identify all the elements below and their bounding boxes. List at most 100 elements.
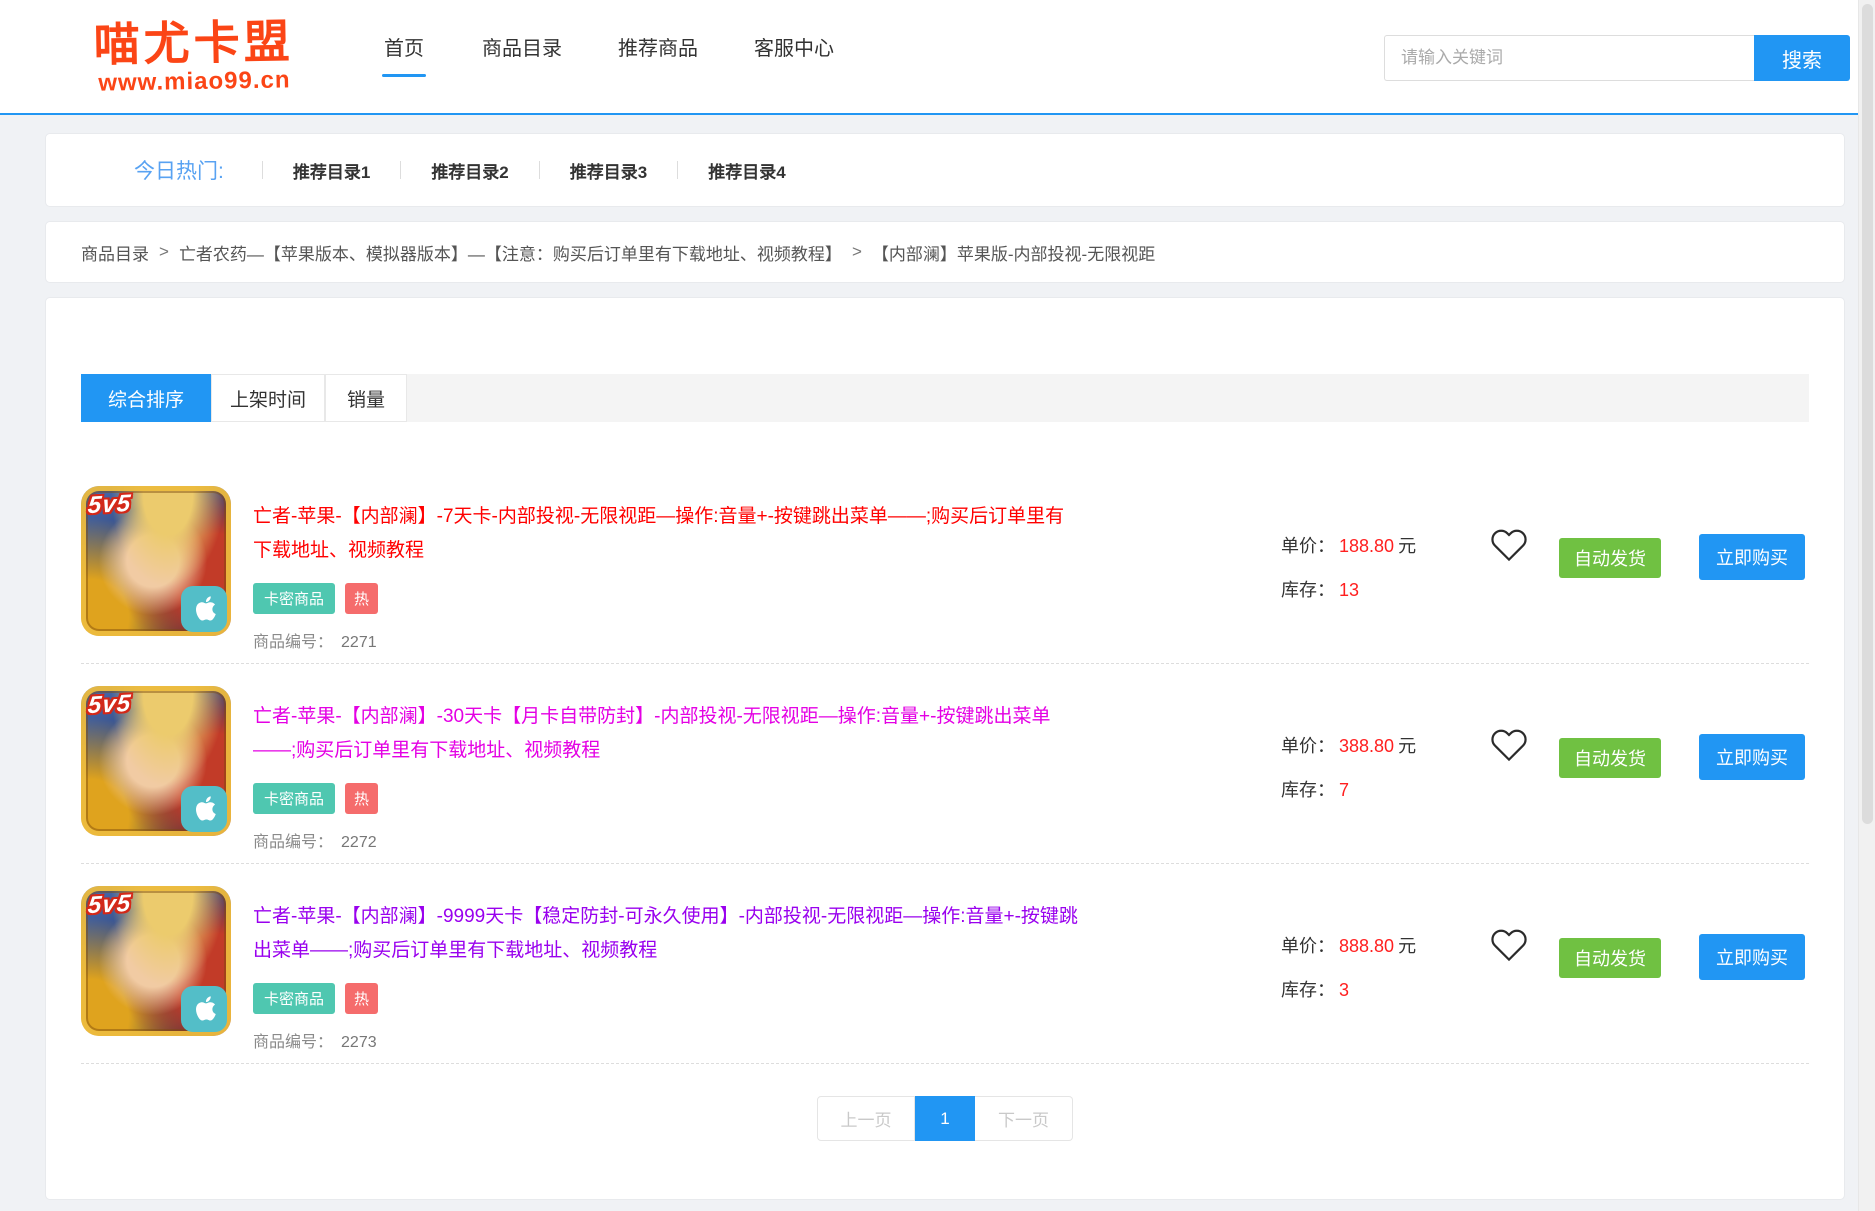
nav-item-home[interactable]: 首页	[382, 36, 426, 77]
nav-item-recommend[interactable]: 推荐商品	[618, 36, 698, 77]
nav-label: 商品目录	[482, 36, 562, 62]
product-sku: 商品编号： 2271	[253, 628, 1083, 652]
5v5-badge: 5v5	[87, 690, 133, 720]
search-input[interactable]	[1384, 35, 1754, 81]
apple-icon	[181, 986, 227, 1032]
sort-tabs: 综合排序 上架时间 销量	[81, 374, 1809, 422]
nav-label: 推荐商品	[618, 36, 698, 62]
hot-bar: 今日热门: 推荐目录1 推荐目录2 推荐目录3 推荐目录4	[45, 133, 1845, 207]
pagination-prev-button[interactable]: 上一页	[817, 1096, 915, 1141]
unit-price: 单价：388.80元	[1281, 732, 1416, 758]
tag-card-product: 卡密商品	[253, 983, 335, 1014]
sku-value: 2272	[341, 834, 377, 851]
hot-item-4[interactable]: 推荐目录4	[708, 158, 785, 183]
hot-bar-label: 今日热门:	[134, 155, 224, 185]
logo-title: 喵尤卡盟	[47, 15, 340, 70]
nav-label: 首页	[384, 36, 424, 62]
stock: 库存：13	[1281, 576, 1416, 602]
nav-item-catalog[interactable]: 商品目录	[482, 36, 562, 77]
apple-icon	[181, 786, 227, 832]
product-title[interactable]: 亡者-苹果-【内部澜】-9999天卡【稳定防封-可永久使用】-内部投视-无限视距…	[253, 900, 1083, 968]
auto-delivery-button[interactable]: 自动发货	[1559, 538, 1661, 578]
price-block: 单价：188.80元 库存：13	[1281, 532, 1416, 602]
divider	[400, 161, 401, 179]
product-row: 5v5 亡者-苹果-【内部澜】-7天卡-内部投视-无限视距—操作:音量+-按键跳…	[81, 464, 1809, 664]
favorite-heart-icon[interactable]	[1489, 926, 1531, 966]
nav-item-support[interactable]: 客服中心	[754, 36, 834, 77]
breadcrumb-separator: >	[159, 242, 169, 262]
product-rows: 5v5 亡者-苹果-【内部澜】-7天卡-内部投视-无限视距—操作:音量+-按键跳…	[81, 464, 1809, 1064]
logo-url: www.miao99.cn	[48, 65, 340, 98]
tab-comprehensive-sort[interactable]: 综合排序	[81, 374, 211, 422]
pagination-next-button[interactable]: 下一页	[975, 1096, 1073, 1141]
product-title[interactable]: 亡者-苹果-【内部澜】-30天卡【月卡自带防封】-内部投视-无限视距—操作:音量…	[253, 700, 1083, 768]
buy-now-button[interactable]: 立即购买	[1699, 734, 1805, 780]
header: 喵尤卡盟 www.miao99.cn 首页 商品目录 推荐商品 客服中心 搜索	[0, 0, 1875, 115]
hot-bar-items: 推荐目录1 推荐目录2 推荐目录3 推荐目录4	[232, 158, 786, 183]
product-sku: 商品编号： 2273	[253, 1028, 1083, 1052]
product-info: 亡者-苹果-【内部澜】-30天卡【月卡自带防封】-内部投视-无限视距—操作:音量…	[253, 700, 1083, 852]
breadcrumb-current: 【内部澜】苹果版-内部投视-无限视距	[872, 240, 1155, 265]
tab-listing-time[interactable]: 上架时间	[211, 374, 325, 422]
apple-icon	[181, 586, 227, 632]
tag-hot: 热	[345, 983, 378, 1014]
active-underline	[382, 74, 426, 77]
tag-card-product: 卡密商品	[253, 583, 335, 614]
stock: 库存：7	[1281, 776, 1416, 802]
hot-item-1[interactable]: 推荐目录1	[293, 158, 370, 183]
product-sku: 商品编号： 2272	[253, 828, 1083, 852]
unit-price: 单价：888.80元	[1281, 932, 1416, 958]
breadcrumb: 商品目录 > 亡者农药—【苹果版本、模拟器版本】—【注意：购买后订单里有下载地址…	[45, 221, 1845, 283]
buy-now-button[interactable]: 立即购买	[1699, 934, 1805, 980]
favorite-heart-icon[interactable]	[1489, 526, 1531, 566]
product-info: 亡者-苹果-【内部澜】-7天卡-内部投视-无限视距—操作:音量+-按键跳出菜单—…	[253, 500, 1083, 652]
auto-delivery-button[interactable]: 自动发货	[1559, 738, 1661, 778]
sku-value: 2271	[341, 634, 377, 651]
sku-label: 商品编号：	[253, 1034, 333, 1051]
search-button[interactable]: 搜索	[1754, 35, 1850, 81]
divider	[677, 161, 678, 179]
product-row: 5v5 亡者-苹果-【内部澜】-9999天卡【稳定防封-可永久使用】-内部投视-…	[81, 864, 1809, 1064]
price-block: 单价：388.80元 库存：7	[1281, 732, 1416, 802]
product-icon[interactable]: 5v5	[81, 486, 231, 636]
hot-item-3[interactable]: 推荐目录3	[570, 158, 647, 183]
product-row: 5v5 亡者-苹果-【内部澜】-30天卡【月卡自带防封】-内部投视-无限视距—操…	[81, 664, 1809, 864]
product-tags: 卡密商品 热	[253, 583, 1083, 614]
search-bar: 搜索	[1384, 35, 1850, 81]
5v5-badge: 5v5	[87, 890, 133, 920]
scrollbar-thumb[interactable]	[1862, 4, 1873, 824]
pagination-page-1[interactable]: 1	[915, 1096, 975, 1141]
sku-label: 商品编号：	[253, 634, 333, 651]
product-icon[interactable]: 5v5	[81, 686, 231, 836]
tag-hot: 热	[345, 583, 378, 614]
vertical-scrollbar[interactable]	[1858, 0, 1875, 1211]
favorite-heart-icon[interactable]	[1489, 726, 1531, 766]
unit-price: 单价：188.80元	[1281, 532, 1416, 558]
stock: 库存：3	[1281, 976, 1416, 1002]
product-info: 亡者-苹果-【内部澜】-9999天卡【稳定防封-可永久使用】-内部投视-无限视距…	[253, 900, 1083, 1052]
product-tags: 卡密商品 热	[253, 983, 1083, 1014]
5v5-badge: 5v5	[87, 490, 133, 520]
tag-card-product: 卡密商品	[253, 783, 335, 814]
product-title[interactable]: 亡者-苹果-【内部澜】-7天卡-内部投视-无限视距—操作:音量+-按键跳出菜单—…	[253, 500, 1083, 568]
breadcrumb-catalog[interactable]: 商品目录	[81, 240, 149, 265]
tag-hot: 热	[345, 783, 378, 814]
product-icon[interactable]: 5v5	[81, 886, 231, 1036]
sku-label: 商品编号：	[253, 834, 333, 851]
breadcrumb-category[interactable]: 亡者农药—【苹果版本、模拟器版本】—【注意：购买后订单里有下载地址、视频教程】	[179, 240, 842, 265]
tab-sales[interactable]: 销量	[325, 374, 407, 422]
price-block: 单价：888.80元 库存：3	[1281, 932, 1416, 1002]
product-tags: 卡密商品 热	[253, 783, 1083, 814]
buy-now-button[interactable]: 立即购买	[1699, 534, 1805, 580]
divider	[262, 161, 263, 179]
main-nav: 首页 商品目录 推荐商品 客服中心	[382, 36, 834, 77]
product-list-panel: 综合排序 上架时间 销量 5v5 亡者-苹果-【内部澜】-7天卡-内部投视-无限…	[45, 297, 1845, 1200]
site-logo[interactable]: 喵尤卡盟 www.miao99.cn	[47, 15, 340, 98]
breadcrumb-separator: >	[852, 242, 862, 262]
auto-delivery-button[interactable]: 自动发货	[1559, 938, 1661, 978]
hot-item-2[interactable]: 推荐目录2	[431, 158, 508, 183]
nav-label: 客服中心	[754, 36, 834, 62]
divider	[539, 161, 540, 179]
pagination: 上一页 1 下一页	[81, 1096, 1809, 1141]
sku-value: 2273	[341, 1034, 377, 1051]
